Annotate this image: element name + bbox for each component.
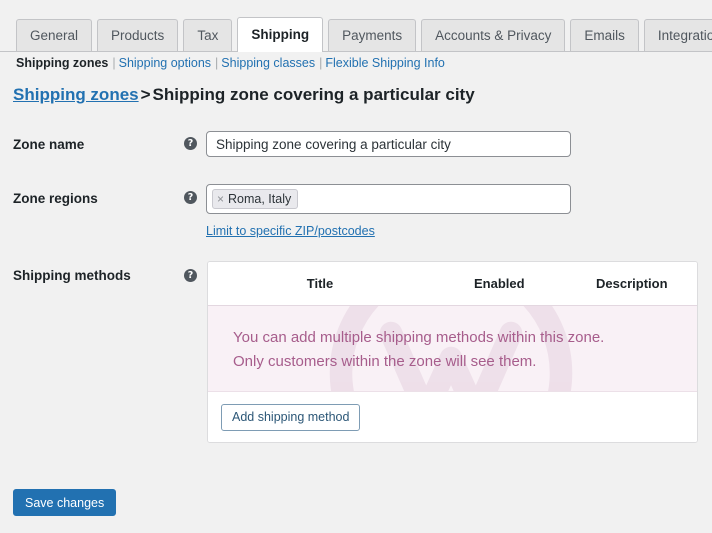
help-icon-zone-name[interactable]: ? bbox=[184, 137, 197, 150]
subnav-separator-3: | bbox=[319, 56, 322, 70]
settings-tab-bar: General Products Tax Shipping Payments A… bbox=[0, 14, 712, 52]
zone-regions-select[interactable]: × Roma, Italy bbox=[206, 184, 571, 214]
region-chip[interactable]: × Roma, Italy bbox=[212, 189, 298, 209]
tab-payments[interactable]: Payments bbox=[328, 19, 416, 52]
region-chip-label: Roma, Italy bbox=[228, 192, 291, 206]
help-icon-zone-regions[interactable]: ? bbox=[184, 191, 197, 204]
shipping-subnav: Shipping zones|Shipping options|Shipping… bbox=[16, 56, 445, 70]
tab-integration[interactable]: Integration bbox=[644, 19, 712, 52]
tab-general[interactable]: General bbox=[16, 19, 92, 52]
help-icon-shipping-methods[interactable]: ? bbox=[184, 269, 197, 282]
shipping-methods-table: Title Enabled Description You can add mu… bbox=[207, 261, 698, 443]
breadcrumb: Shipping zones>Shipping zone covering a … bbox=[13, 85, 475, 105]
tab-products[interactable]: Products bbox=[97, 19, 178, 52]
tab-emails[interactable]: Emails bbox=[570, 19, 639, 52]
breadcrumb-link-shipping-zones[interactable]: Shipping zones bbox=[13, 85, 139, 104]
tab-baseline bbox=[0, 51, 712, 52]
zone-regions-label: Zone regions bbox=[13, 191, 98, 206]
tab-accounts-privacy[interactable]: Accounts & Privacy bbox=[421, 19, 565, 52]
empty-state-line-2: Only customers within the zone will see … bbox=[233, 350, 604, 374]
remove-icon[interactable]: × bbox=[217, 192, 224, 206]
breadcrumb-chevron: > bbox=[141, 85, 151, 104]
empty-state-line-1: You can add multiple shipping methods wi… bbox=[233, 326, 604, 350]
zone-name-label: Zone name bbox=[13, 137, 84, 152]
add-shipping-method-button[interactable]: Add shipping method bbox=[221, 404, 360, 431]
column-header-title: Title bbox=[208, 276, 432, 291]
save-changes-button[interactable]: Save changes bbox=[13, 489, 116, 516]
subnav-separator-1: | bbox=[112, 56, 115, 70]
subnav-item-shipping-classes[interactable]: Shipping classes bbox=[221, 56, 315, 70]
empty-state-message: You can add multiple shipping methods wi… bbox=[233, 326, 604, 374]
table-empty-state: You can add multiple shipping methods wi… bbox=[208, 306, 697, 392]
table-header-row: Title Enabled Description bbox=[208, 262, 697, 306]
subnav-item-shipping-zones[interactable]: Shipping zones bbox=[16, 56, 108, 70]
limit-zip-postcodes-link[interactable]: Limit to specific ZIP/postcodes bbox=[206, 224, 375, 238]
page-title: Shipping zone covering a particular city bbox=[153, 85, 475, 104]
subnav-separator-2: | bbox=[215, 56, 218, 70]
tab-tax[interactable]: Tax bbox=[183, 19, 232, 52]
subnav-item-flexible-shipping-info[interactable]: Flexible Shipping Info bbox=[325, 56, 445, 70]
table-footer: Add shipping method bbox=[208, 392, 697, 442]
tab-strip: General Products Tax Shipping Payments A… bbox=[16, 14, 712, 52]
shipping-methods-label: Shipping methods bbox=[13, 268, 131, 283]
column-header-description: Description bbox=[567, 276, 697, 291]
subnav-item-shipping-options[interactable]: Shipping options bbox=[119, 56, 211, 70]
zone-name-input[interactable] bbox=[206, 131, 571, 157]
tab-shipping[interactable]: Shipping bbox=[237, 17, 323, 52]
column-header-enabled: Enabled bbox=[432, 276, 566, 291]
